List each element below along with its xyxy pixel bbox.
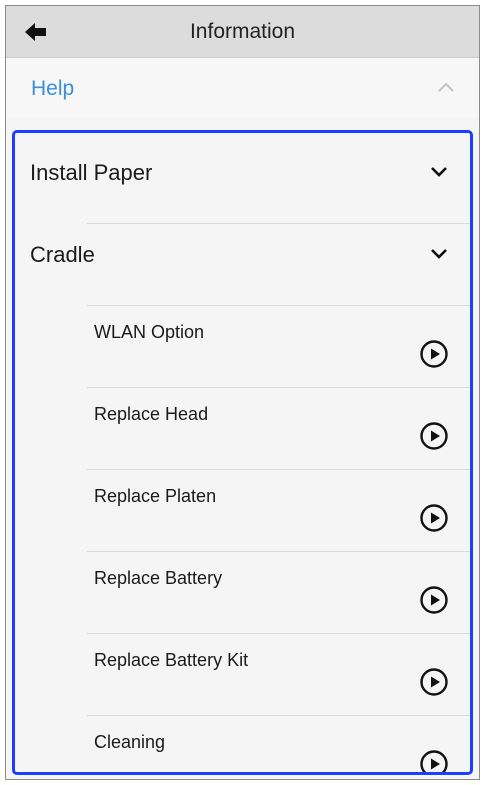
help-section-header[interactable]: Help <box>6 58 479 118</box>
list-item-wlan-option[interactable]: WLAN Option <box>15 305 470 387</box>
chevron-down-icon <box>431 167 447 177</box>
title-bar: Information <box>6 6 479 58</box>
item-label: WLAN Option <box>94 322 205 342</box>
section-cradle[interactable]: Cradle <box>15 215 470 295</box>
play-circle-icon[interactable] <box>419 339 449 369</box>
information-screen: Information Help Install Paper Cradle WL… <box>5 5 480 780</box>
list-item-cleaning[interactable]: Cleaning <box>15 715 470 775</box>
play-circle-icon[interactable] <box>419 749 449 775</box>
play-circle-icon[interactable] <box>419 503 449 533</box>
play-circle-icon[interactable] <box>419 421 449 451</box>
help-label: Help <box>31 77 75 100</box>
item-label: Replace Battery Kit <box>94 650 249 670</box>
chevron-up-icon <box>438 82 454 92</box>
section-label: Cradle <box>30 242 95 267</box>
section-label: Install Paper <box>30 160 153 185</box>
play-circle-icon[interactable] <box>419 585 449 615</box>
item-label: Replace Head <box>94 404 209 424</box>
list-item-replace-battery-kit[interactable]: Replace Battery Kit <box>15 633 470 715</box>
list-item-replace-head[interactable]: Replace Head <box>15 387 470 469</box>
item-label: Cleaning <box>94 732 166 752</box>
list-item-replace-battery[interactable]: Replace Battery <box>15 551 470 633</box>
play-circle-icon[interactable] <box>419 667 449 697</box>
item-label: Replace Battery <box>94 568 223 588</box>
list-item-replace-platen[interactable]: Replace Platen <box>15 469 470 551</box>
section-install-paper[interactable]: Install Paper <box>15 133 470 213</box>
chevron-down-icon <box>431 249 447 259</box>
help-topics-list: Install Paper Cradle WLAN Option Replace… <box>12 130 473 775</box>
page-title: Information <box>189 20 296 43</box>
item-label: Replace Platen <box>94 486 217 506</box>
